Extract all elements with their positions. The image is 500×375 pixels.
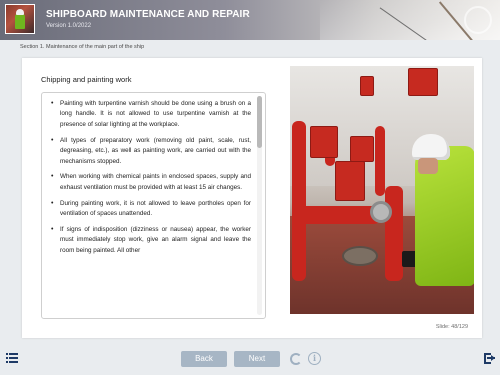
scrollbar[interactable] — [257, 96, 262, 315]
bullet-item: All types of preparatory work (removing … — [51, 136, 251, 167]
section-title: Section 1. Maintenance of the main part … — [20, 44, 145, 50]
header-decoration — [464, 6, 492, 34]
reload-icon[interactable] — [290, 353, 302, 365]
back-button[interactable]: Back — [181, 351, 227, 367]
menu-list-icon[interactable] — [6, 353, 18, 363]
header-banner: SHIPBOARD MAINTENANCE AND REPAIR Version… — [0, 0, 500, 40]
info-icon[interactable]: i — [308, 352, 321, 365]
illustration-photo — [290, 66, 474, 314]
course-title: SHIPBOARD MAINTENANCE AND REPAIR — [46, 9, 250, 20]
bullet-item: During painting work, it is not allowed … — [51, 199, 251, 220]
scrollbar-thumb[interactable] — [257, 96, 262, 148]
bullet-item: When working with chemical paints in enc… — [51, 172, 251, 193]
bullet-item: Painting with turpentine varnish should … — [51, 99, 251, 130]
scrollable-text-box[interactable]: Painting with turpentine varnish should … — [41, 92, 266, 319]
bullet-list: Painting with turpentine varnish should … — [51, 99, 251, 262]
slide-content-card: Chipping and painting work Painting with… — [22, 58, 482, 338]
slide-counter: Slide: 48/129 — [435, 324, 468, 330]
next-button[interactable]: Next — [234, 351, 280, 367]
bullet-item: If signs of indisposition (dizziness or … — [51, 225, 251, 256]
exit-icon[interactable] — [484, 353, 495, 364]
slide-heading: Chipping and painting work — [41, 75, 132, 84]
course-version: Version 1.0/2022 — [46, 23, 92, 29]
course-logo — [5, 4, 35, 34]
